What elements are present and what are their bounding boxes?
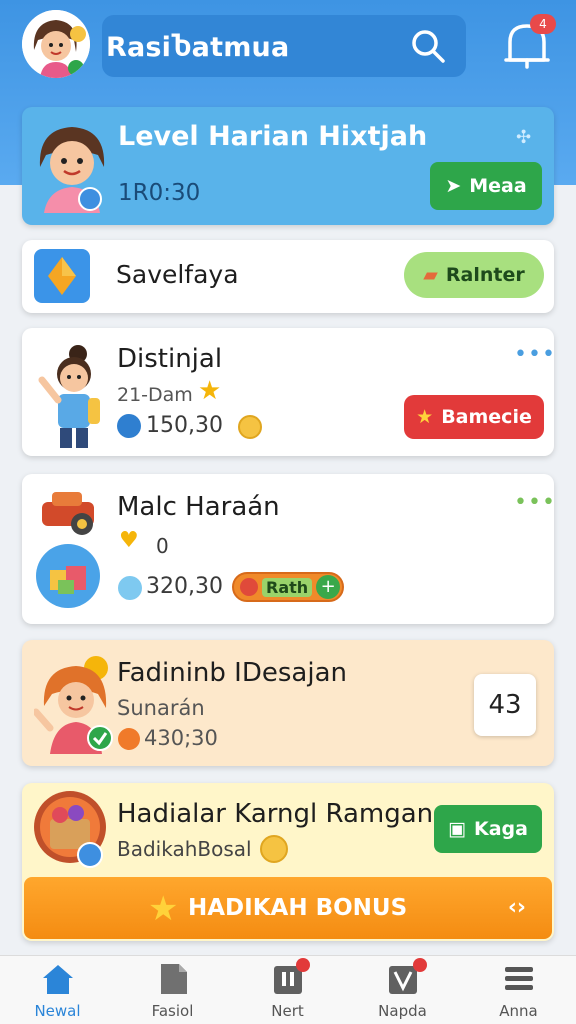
pin-icon: ✣ xyxy=(516,127,532,148)
level-title: Level Harian Hixtjah xyxy=(118,121,428,152)
bonus-button[interactable]: ★ HADIKAH BONUS ‹› xyxy=(24,877,552,939)
malc-card[interactable]: Malc Haraán ••• ♥ 0 320,30 Rath + xyxy=(22,474,556,624)
briefcase-icon: ▣ xyxy=(448,818,466,840)
distinjal-title: Distinjal xyxy=(117,344,223,374)
distinjal-action-button[interactable]: ★ Bamecie xyxy=(404,395,544,439)
star-icon: ★ xyxy=(198,376,222,406)
malc-count: 0 xyxy=(156,534,169,558)
fadininb-card[interactable]: Fadininb IDesajan Sunarán 430;30 43 xyxy=(22,640,554,766)
star-icon: ★ xyxy=(148,889,179,929)
bonus-label: HADIKAH BONUS xyxy=(188,895,408,921)
nav-nert-label: Nert xyxy=(271,1002,304,1020)
water-drop-icon xyxy=(117,414,141,438)
save-action-button[interactable]: ▰ Ralnter xyxy=(404,252,544,298)
girl-flower-icon xyxy=(34,656,113,754)
star-badge-icon: ★ xyxy=(416,406,434,428)
more-options-icon[interactable]: ••• xyxy=(514,490,556,515)
nav-nert-badge-icon xyxy=(296,958,310,972)
nav-napda-label: Napda xyxy=(378,1002,427,1020)
nav-menu-label: Anna xyxy=(499,1002,538,1020)
level-harian-card[interactable]: Level Harian Hixtjah ✣ 1R0:30 ➤ Meaа xyxy=(22,107,554,225)
fadininb-value: 430;30 xyxy=(144,726,218,750)
save-card[interactable]: Savelfaya ▰ Ralnter xyxy=(22,240,554,313)
malc-value: 320,30 xyxy=(146,574,223,599)
girl-avatar-icon xyxy=(39,127,105,213)
level-time: 1R0:30 xyxy=(118,180,201,206)
bottom-navigation: Newal Fasiol Nert Napda Anna xyxy=(0,955,576,1024)
distinjal-meta: 21-Dam xyxy=(117,384,193,406)
swirl-icon xyxy=(118,576,142,600)
app-header: RasiႦatmua 4 xyxy=(0,0,576,94)
distinjal-value: 150,30 xyxy=(146,413,223,438)
notification-badge: 4 xyxy=(530,14,556,34)
more-options-icon[interactable]: ••• xyxy=(514,342,556,367)
coin-icon xyxy=(260,835,288,863)
level-action-label: Meaа xyxy=(469,175,527,197)
nav-home[interactable]: Newal xyxy=(0,956,115,1024)
nav-menu[interactable]: Anna xyxy=(461,956,576,1024)
toy-car-icon xyxy=(42,492,94,535)
malc-title: Malc Haraán xyxy=(117,492,280,522)
nav-napda[interactable]: Napda xyxy=(345,956,460,1024)
gem-icon xyxy=(34,249,90,303)
heart-icon: ♥ xyxy=(119,528,139,553)
menu-icon xyxy=(505,967,533,990)
nav-home-label: Newal xyxy=(34,1002,81,1020)
hadialar-action-label: Kaga xyxy=(473,818,528,840)
home-icon xyxy=(43,965,73,994)
save-title: Savelfaya xyxy=(116,260,239,289)
hadialar-title: Hadialar Karngl Ramgan xyxy=(117,799,434,829)
level-action-button[interactable]: ➤ Meaа xyxy=(430,162,542,210)
nav-nert[interactable]: Nert xyxy=(230,956,345,1024)
hadialar-sub: BadikahBosal xyxy=(117,837,252,861)
girl-waving-icon xyxy=(38,345,100,448)
fadininb-title: Fadininb IDesajan xyxy=(117,658,347,688)
notification-button[interactable]: 4 xyxy=(500,14,556,72)
malc-pill[interactable]: Rath + xyxy=(232,572,344,602)
search-icon[interactable] xyxy=(410,28,446,64)
plus-icon: + xyxy=(316,575,341,599)
malc-pill-label: Rath xyxy=(262,577,313,597)
nav-fasiol[interactable]: Fasiol xyxy=(115,956,230,1024)
gift-basket-icon xyxy=(34,791,106,868)
fadininb-count-box: 43 xyxy=(474,674,536,736)
search-bar[interactable]: RasiႦatmua xyxy=(102,15,466,77)
chevron-right-icon: ‹› xyxy=(507,895,526,920)
app-title: RasiႦatmua xyxy=(106,32,290,63)
fadininb-sub: Sunarán xyxy=(117,696,205,720)
hadialar-card[interactable]: Hadialar Karngl Ramgan BadikahBosal ▣ Ka… xyxy=(22,783,554,941)
lightning-icon: ➤ xyxy=(445,175,462,197)
fire-icon xyxy=(118,728,140,750)
nav-fasiol-label: Fasiol xyxy=(151,1002,194,1020)
ticket-icon: ▰ xyxy=(423,264,438,286)
document-icon xyxy=(161,964,187,994)
coin-icon xyxy=(238,415,262,439)
distinjal-action-label: Bamecie xyxy=(441,406,532,428)
nav-napda-badge-icon xyxy=(413,958,427,972)
distinjal-card[interactable]: Distinjal ••• 21-Dam ★ 150,30 ★ Bamecie xyxy=(22,328,556,456)
profile-avatar[interactable] xyxy=(22,10,90,78)
save-action-label: Ralnter xyxy=(445,264,525,286)
plant-icon xyxy=(240,578,258,596)
hadialar-action-button[interactable]: ▣ Kaga xyxy=(434,805,542,853)
gift-boxes-icon xyxy=(36,544,100,608)
